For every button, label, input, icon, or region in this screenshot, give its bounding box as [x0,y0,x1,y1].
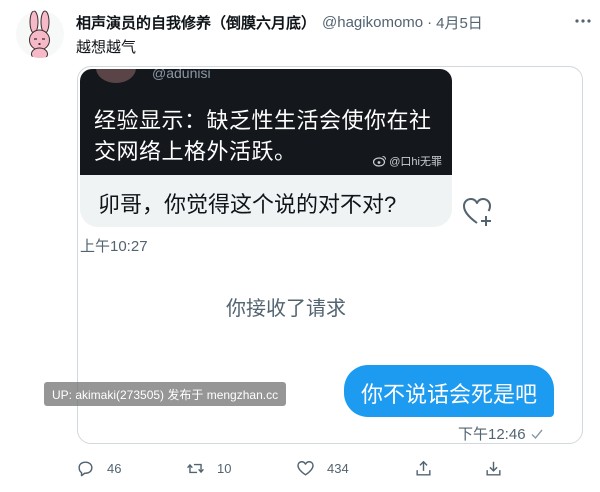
retweet-icon [187,463,204,473]
received-time: 上午10:27 [80,238,148,255]
site-watermark: UP: akimaki(273505) 发布于 mengzhan.cc [44,382,287,406]
retweet-count: 10 [217,460,232,476]
weibo-watermark: @口hi无罪 [373,153,442,169]
like-button[interactable]: 434 [296,456,349,480]
sent-message-bubble: 你不说话会死是吧 [344,365,554,417]
check-icon [531,429,543,439]
sent-time-row: 下午12:46 [458,423,544,443]
quoted-dark-card: @adunisi 经验显示：缺乏性生活会使你在社交网络上格外活跃。 @口hi无罪 [80,69,452,175]
received-message-bubble: 卯哥，你觉得这个说的对不对? [80,175,452,227]
reply-icon [78,460,93,476]
heart-plus-icon [462,197,496,229]
share-button[interactable] [414,456,433,480]
tweet-header: 相声演员的自我修养（倒膜六月底） @hagikomomo · 4月5日 [76,12,576,32]
display-name[interactable]: 相声演员的自我修养（倒膜六月底） [76,12,316,33]
more-icon[interactable] [574,12,592,30]
received-message-text: 卯哥，你觉得这个说的对不对? [98,192,397,217]
download-button[interactable] [484,456,503,480]
share-icon [416,460,431,476]
retweet-button[interactable]: 10 [186,456,231,480]
like-count: 434 [327,460,349,476]
avatar[interactable] [16,10,64,58]
separator-dot: · [427,13,433,31]
tweet-date[interactable]: 4月5日 [436,12,483,33]
user-handle[interactable]: @hagikomomo [322,14,423,31]
bunny-avatar [29,10,50,58]
weibo-icon [373,156,387,167]
reply-count: 46 [107,460,122,476]
action-bar: 46 10 434 [76,456,506,480]
reply-button[interactable]: 46 [76,456,121,480]
download-icon [486,461,501,476]
quoted-handle: @adunisi [152,69,211,81]
tweet-text: 越想越气 [76,39,137,56]
weibo-watermark-text: @口hi无罪 [389,156,442,168]
system-message: 你接收了请求 [226,298,346,320]
quoted-avatar [96,69,136,83]
sent-message-text: 你不说话会死是吧 [360,382,537,407]
sent-time: 下午12:46 [458,426,526,443]
like-icon [297,460,314,476]
